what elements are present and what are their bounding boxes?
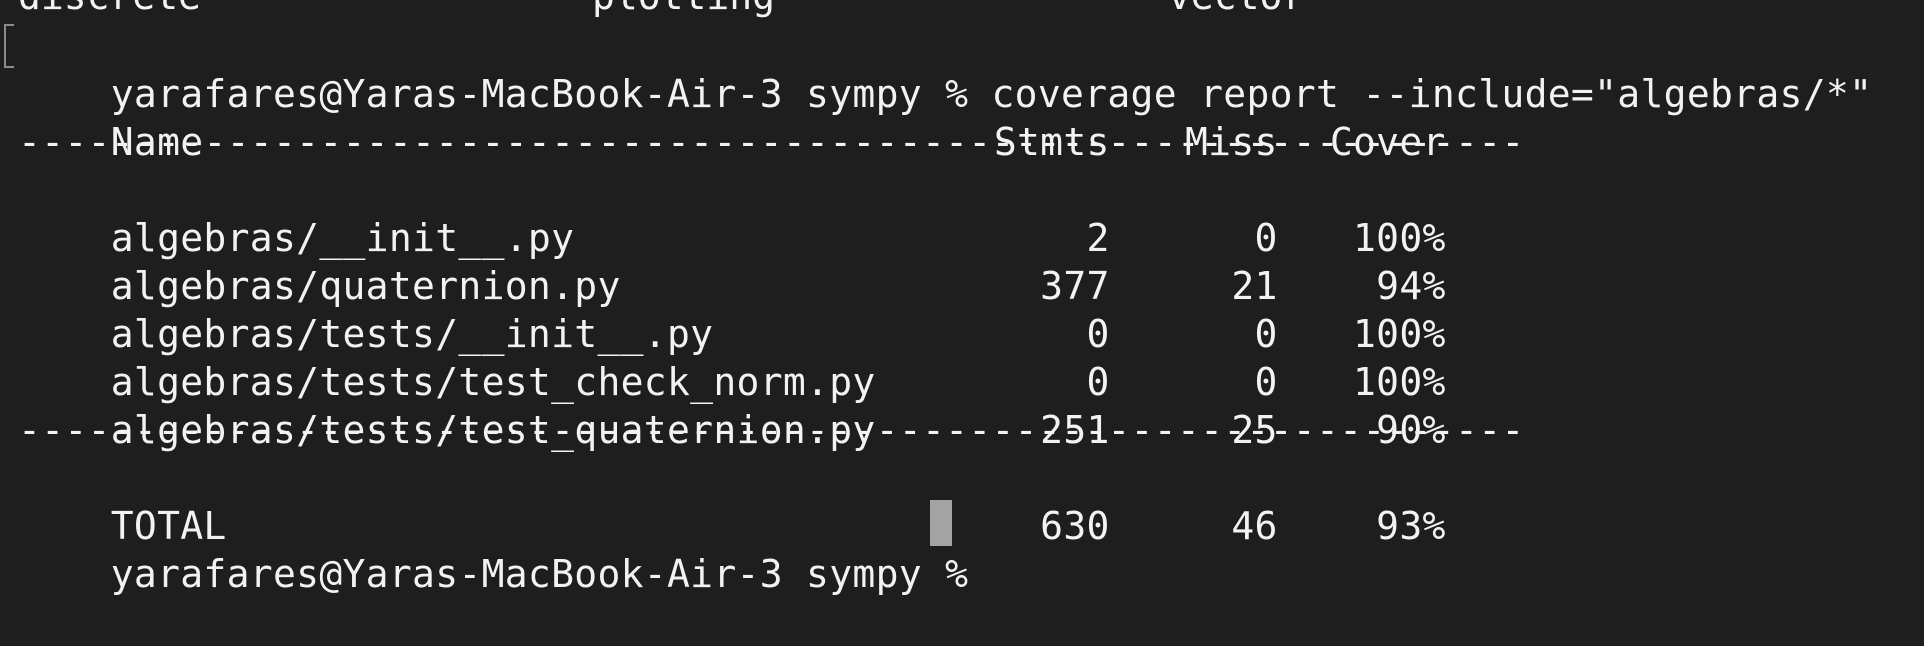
coverage-row: algebras/quaternion.py 377 21 94% bbox=[18, 214, 1446, 308]
coverage-row: algebras/tests/test_quaternion.py 251 25 90… bbox=[18, 358, 1446, 452]
partial-text-discrete: discrete bbox=[18, 0, 201, 20]
terminal-cursor[interactable] bbox=[930, 500, 952, 546]
final-prompt: yarafares@Yaras-MacBook-Air-3 sympy % bbox=[110, 552, 992, 596]
total-miss: 46 bbox=[1231, 504, 1278, 548]
terminal-mark-bracket bbox=[4, 24, 14, 68]
coverage-row: algebras/tests/test_check_norm.py 0 0 100% bbox=[18, 310, 1446, 404]
coverage-header-row: Name Stmts Miss Cover bbox=[18, 70, 1446, 164]
terminal-window[interactable]: discrete plotting vector yarafares@Yaras… bbox=[0, 0, 1924, 596]
total-cover: 93% bbox=[1376, 504, 1446, 548]
partial-text-plotting: plotting bbox=[592, 0, 775, 20]
separator-top: ----------------------------------------… bbox=[18, 120, 1525, 164]
coverage-row: algebras/__init__.py 2 0 100% bbox=[18, 166, 1446, 260]
partial-text-vector: vector bbox=[1168, 0, 1305, 20]
coverage-row: algebras/tests/__init__.py 0 0 100% bbox=[18, 262, 1446, 356]
total-stmts: 630 bbox=[1040, 504, 1110, 548]
separator-bottom: ----------------------------------------… bbox=[18, 408, 1525, 452]
command-line: yarafares@Yaras-MacBook-Air-3 sympy % co… bbox=[18, 22, 1872, 116]
final-prompt-line[interactable]: yarafares@Yaras-MacBook-Air-3 sympy % bbox=[18, 502, 991, 596]
coverage-total-row: TOTAL 630 46 93% bbox=[18, 454, 1446, 548]
